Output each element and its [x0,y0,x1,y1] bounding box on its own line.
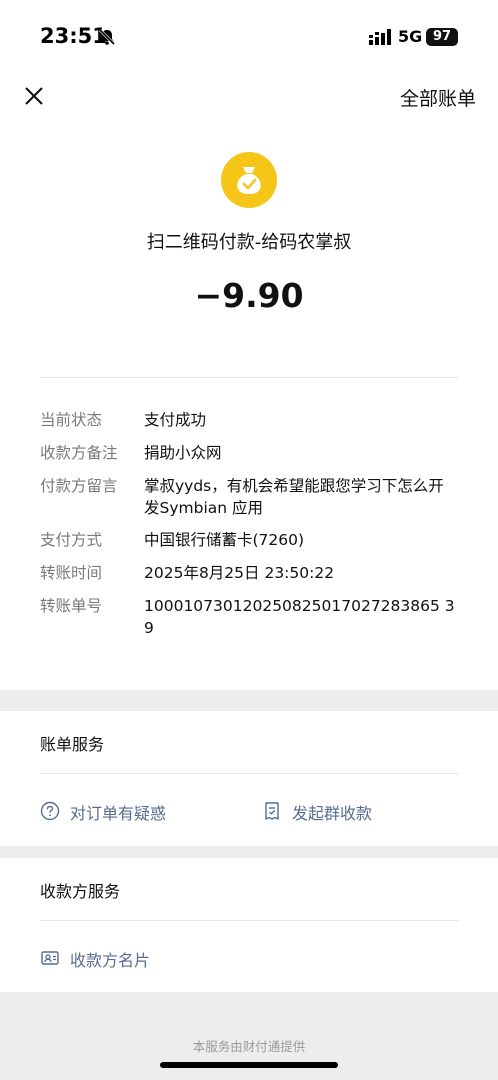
transaction-detail-card: 扫二维码付款-给码农掌叔 −9.90 当前状态 支付成功 收款方备注 捐助小众网… [0,130,498,690]
divider [40,377,458,378]
bell-muted-icon [98,28,116,46]
all-bills-link[interactable]: 全部账单 [400,84,476,111]
nav-bar: 全部账单 [0,74,498,130]
close-icon[interactable] [22,84,46,108]
question-circle-icon [40,801,60,821]
group-collect-label: 发起群收款 [292,804,373,823]
status-bar: 23:51 5G 97 [0,0,498,74]
detail-value: 掌叔yyds，有机会希望能跟您学习下怎么开发Symbian 应用 [144,477,444,517]
detail-value: 2025年8月25日 23:50:22 [144,564,335,582]
order-question-label: 对订单有疑惑 [70,804,167,823]
signal-icon [369,29,391,45]
payee-service-section: 收款方服务 收款方名片 [0,858,498,992]
detail-label: 转账单号 [40,597,103,615]
bill-service-section: 账单服务 对订单有疑惑 发起群收款 [0,711,498,846]
detail-label: 转账时间 [40,564,103,582]
detail-label: 付款方留言 [40,477,118,495]
bill-detail-page: 23:51 5G 97 全部账单 扫二维码付款-给码农掌叔 −9.90 当前状态… [0,0,498,1080]
battery-indicator: 97 [426,28,458,46]
payee-card-label: 收款方名片 [70,951,151,970]
money-bag-check-icon [221,152,277,208]
detail-label: 支付方式 [40,531,103,549]
transaction-title: 扫二维码付款-给码农掌叔 [146,232,352,253]
detail-value: 支付成功 [144,411,207,429]
detail-label: 当前状态 [40,411,103,429]
detail-value: 捐助小众网 [144,444,222,462]
transaction-amount: −9.90 [194,276,304,315]
footer-note: 本服务由财付通提供 [192,1039,306,1054]
divider [40,773,458,774]
section-title: 账单服务 [40,735,105,754]
detail-value: 中国银行储蓄卡(7260) [144,531,305,549]
home-indicator [160,1062,338,1068]
detail-label: 收款方备注 [40,444,118,462]
network-type: 5G [398,27,423,46]
detail-value[interactable]: 100010730120250825017027283865 39 [144,595,458,639]
receipt-icon [265,802,279,820]
contact-card-icon [41,951,59,965]
divider [40,920,458,921]
section-title: 收款方服务 [40,882,121,901]
